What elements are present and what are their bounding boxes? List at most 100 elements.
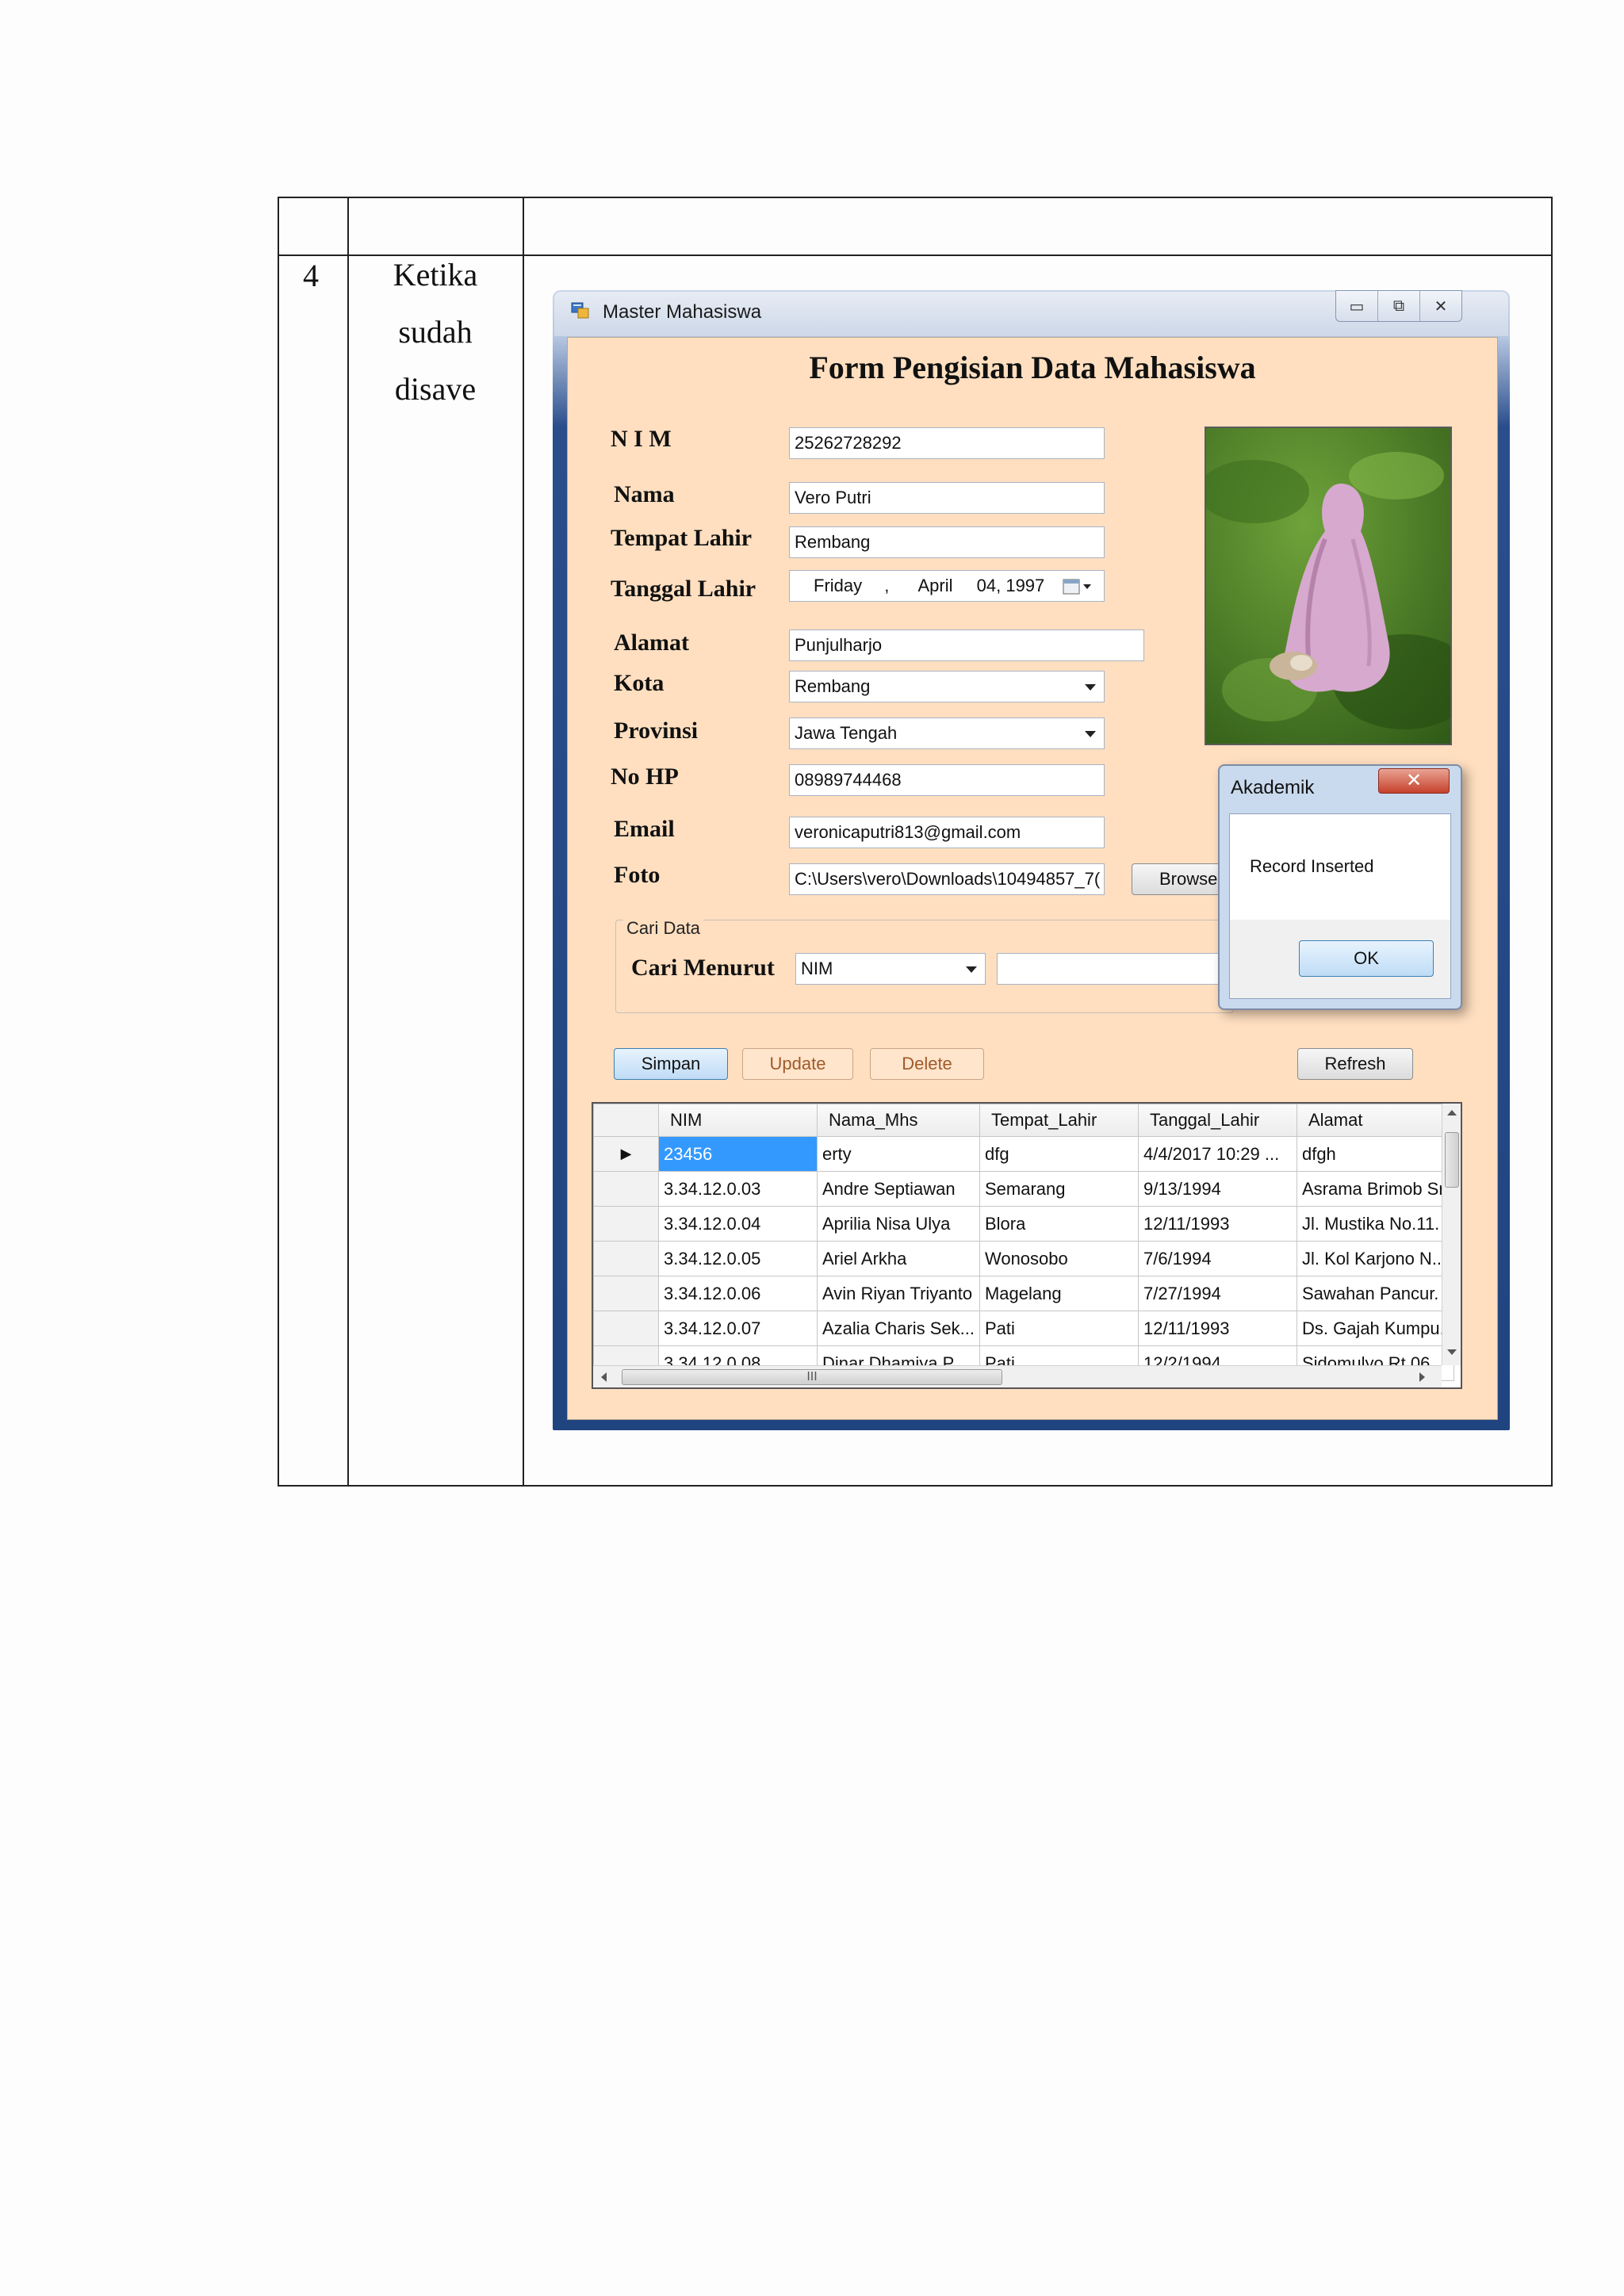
scroll-up-icon[interactable] bbox=[1447, 1110, 1457, 1115]
table-cell[interactable]: Wonosobo bbox=[979, 1241, 1139, 1276]
table-cell[interactable]: 4/4/2017 10:29 ... bbox=[1137, 1136, 1297, 1172]
table-cell[interactable]: Semarang bbox=[979, 1171, 1139, 1207]
column-header-nama[interactable]: Nama_Mhs bbox=[817, 1104, 980, 1137]
table-cell[interactable]: Blora bbox=[979, 1206, 1139, 1242]
label-tanggal-lahir: Tanggal Lahir bbox=[611, 576, 756, 602]
table-cell[interactable]: 12/11/1993 bbox=[1137, 1206, 1297, 1242]
data-grid[interactable]: NIM Nama_Mhs Tempat_Lahir Tanggal_Lahir … bbox=[592, 1102, 1462, 1389]
app-icon bbox=[571, 301, 590, 320]
row-header[interactable] bbox=[593, 1206, 659, 1242]
row-header[interactable] bbox=[593, 1276, 659, 1311]
table-row[interactable]: 3.34.12.0.03 Andre Septiawan Semarang 9/… bbox=[593, 1171, 1454, 1207]
table-cell[interactable]: 9/13/1994 bbox=[1137, 1171, 1297, 1207]
column-header-tempat-lahir[interactable]: Tempat_Lahir bbox=[979, 1104, 1139, 1137]
table-cell[interactable]: Jl. Kol Karjono N... bbox=[1296, 1241, 1454, 1276]
column-header-tanggal-lahir[interactable]: Tanggal_Lahir bbox=[1137, 1104, 1297, 1137]
chevron-down-icon[interactable] bbox=[966, 966, 977, 973]
table-cell[interactable]: Avin Riyan Triyanto bbox=[817, 1276, 980, 1311]
scroll-right-icon[interactable] bbox=[1419, 1372, 1425, 1382]
table-cell[interactable]: 7/27/1994 bbox=[1137, 1276, 1297, 1311]
table-cell[interactable]: Jl. Mustika No.11. bbox=[1296, 1206, 1454, 1242]
delete-button[interactable]: Delete bbox=[870, 1048, 984, 1080]
search-input[interactable] bbox=[997, 953, 1227, 985]
ok-button[interactable]: OK bbox=[1299, 940, 1434, 977]
provinsi-combobox-value: Jawa Tengah bbox=[795, 723, 898, 743]
label-tempat-lahir: Tempat Lahir bbox=[611, 525, 753, 551]
table-cell[interactable]: Azalia Charis Sek... bbox=[817, 1311, 980, 1346]
doc-table-bottom-border bbox=[278, 1485, 1553, 1487]
table-cell[interactable]: Aprilia Nisa Ulya bbox=[817, 1206, 980, 1242]
update-button[interactable]: Update bbox=[742, 1048, 853, 1080]
table-cell[interactable]: 3.34.12.0.04 bbox=[658, 1206, 818, 1242]
table-cell[interactable]: dfgh bbox=[1296, 1136, 1454, 1172]
table-row[interactable]: 3.34.12.0.07 Azalia Charis Sek... Pati 1… bbox=[593, 1311, 1454, 1346]
tempat-lahir-field[interactable]: Rembang bbox=[789, 526, 1105, 558]
scroll-thumb[interactable] bbox=[1445, 1132, 1459, 1188]
label-email: Email bbox=[614, 816, 675, 842]
table-cell[interactable]: 7/6/1994 bbox=[1137, 1241, 1297, 1276]
table-row[interactable]: 3.34.12.0.06 Avin Riyan Triyanto Magelan… bbox=[593, 1276, 1454, 1311]
kota-combobox-value: Rembang bbox=[795, 676, 871, 696]
scroll-grip: III bbox=[806, 1370, 818, 1383]
row-header[interactable] bbox=[593, 1311, 659, 1346]
no-hp-field[interactable]: 08989744468 bbox=[789, 764, 1105, 796]
table-cell[interactable]: Ariel Arkha bbox=[817, 1241, 980, 1276]
table-cell[interactable]: Sawahan Pancur. bbox=[1296, 1276, 1454, 1311]
email-field[interactable]: veronicaputri813@gmail.com bbox=[789, 817, 1105, 848]
table-cell[interactable]: dfg bbox=[979, 1136, 1139, 1172]
table-row[interactable]: 3.34.12.0.04 Aprilia Nisa Ulya Blora 12/… bbox=[593, 1206, 1454, 1242]
horizontal-scrollbar[interactable]: III bbox=[593, 1365, 1442, 1387]
chevron-down-icon[interactable] bbox=[1085, 731, 1096, 737]
table-cell[interactable]: 23456 bbox=[658, 1136, 818, 1172]
label-nim: N I M bbox=[611, 426, 672, 452]
table-cell[interactable]: Magelang bbox=[979, 1276, 1139, 1311]
restore-button[interactable]: ⧉ bbox=[1378, 291, 1420, 321]
row-header[interactable] bbox=[593, 1241, 659, 1276]
simpan-button[interactable]: Simpan bbox=[614, 1048, 728, 1080]
tanggal-lahir-picker[interactable]: Friday , April 04, 1997 bbox=[789, 570, 1105, 602]
table-cell[interactable]: 3.34.12.0.07 bbox=[658, 1311, 818, 1346]
column-header-alamat[interactable]: Alamat bbox=[1296, 1104, 1454, 1137]
close-button[interactable]: ✕ bbox=[1420, 291, 1461, 321]
step-description: Ketika sudah disave bbox=[347, 247, 523, 418]
table-cell[interactable]: Asrama Brimob Sr. bbox=[1296, 1171, 1454, 1207]
table-cell[interactable]: erty bbox=[817, 1136, 980, 1172]
date-separator: , bbox=[884, 576, 890, 595]
column-header-nim[interactable]: NIM bbox=[658, 1104, 818, 1137]
alamat-field[interactable]: Punjulharjo bbox=[789, 629, 1144, 661]
scroll-down-icon[interactable] bbox=[1447, 1349, 1457, 1355]
table-cell[interactable]: 12/11/1993 bbox=[1137, 1311, 1297, 1346]
table-cell[interactable]: 3.34.12.0.03 bbox=[658, 1171, 818, 1207]
dialog-message: Record Inserted bbox=[1250, 856, 1374, 876]
label-provinsi: Provinsi bbox=[614, 718, 699, 744]
search-criteria-value: NIM bbox=[801, 959, 833, 978]
row-header[interactable] bbox=[593, 1171, 659, 1207]
dialog-close-button[interactable]: ✕ bbox=[1378, 768, 1450, 794]
vertical-scrollbar[interactable] bbox=[1442, 1104, 1461, 1365]
step-number: 4 bbox=[303, 258, 319, 293]
calendar-icon[interactable] bbox=[1063, 578, 1094, 600]
table-cell[interactable]: 3.34.12.0.06 bbox=[658, 1276, 818, 1311]
nama-field[interactable]: Vero Putri bbox=[789, 482, 1105, 514]
search-group-caption: Cari Data bbox=[623, 918, 703, 939]
table-cell[interactable]: Andre Septiawan bbox=[817, 1171, 980, 1207]
kota-combobox[interactable]: Rembang bbox=[789, 671, 1105, 702]
table-cell[interactable]: 3.34.12.0.05 bbox=[658, 1241, 818, 1276]
minimize-button[interactable]: ▭ bbox=[1336, 291, 1378, 321]
current-row-indicator[interactable]: ▶ bbox=[593, 1136, 659, 1172]
nim-field[interactable]: 25262728292 bbox=[789, 427, 1105, 459]
table-row[interactable]: 3.34.12.0.05 Ariel Arkha Wonosobo 7/6/19… bbox=[593, 1241, 1454, 1276]
table-row[interactable]: ▶ 23456 erty dfg 4/4/2017 10:29 ... dfgh bbox=[593, 1136, 1454, 1172]
table-cell[interactable]: Pati bbox=[979, 1311, 1139, 1346]
table-cell[interactable]: Ds. Gajah Kumpu. bbox=[1296, 1311, 1454, 1346]
chevron-down-icon[interactable] bbox=[1085, 684, 1096, 691]
provinsi-combobox[interactable]: Jawa Tengah bbox=[789, 718, 1105, 749]
dialog-title: Akademik bbox=[1231, 777, 1315, 798]
label-kota: Kota bbox=[614, 670, 665, 696]
browse-button[interactable]: Browse bbox=[1132, 863, 1227, 895]
foto-path-field[interactable]: C:\Users\vero\Downloads\10494857_7( bbox=[789, 863, 1105, 895]
horizontal-scroll-thumb[interactable]: III bbox=[622, 1369, 1002, 1385]
scroll-left-icon[interactable] bbox=[601, 1372, 607, 1382]
refresh-button[interactable]: Refresh bbox=[1297, 1048, 1413, 1080]
search-criteria-combobox[interactable]: NIM bbox=[795, 953, 986, 985]
